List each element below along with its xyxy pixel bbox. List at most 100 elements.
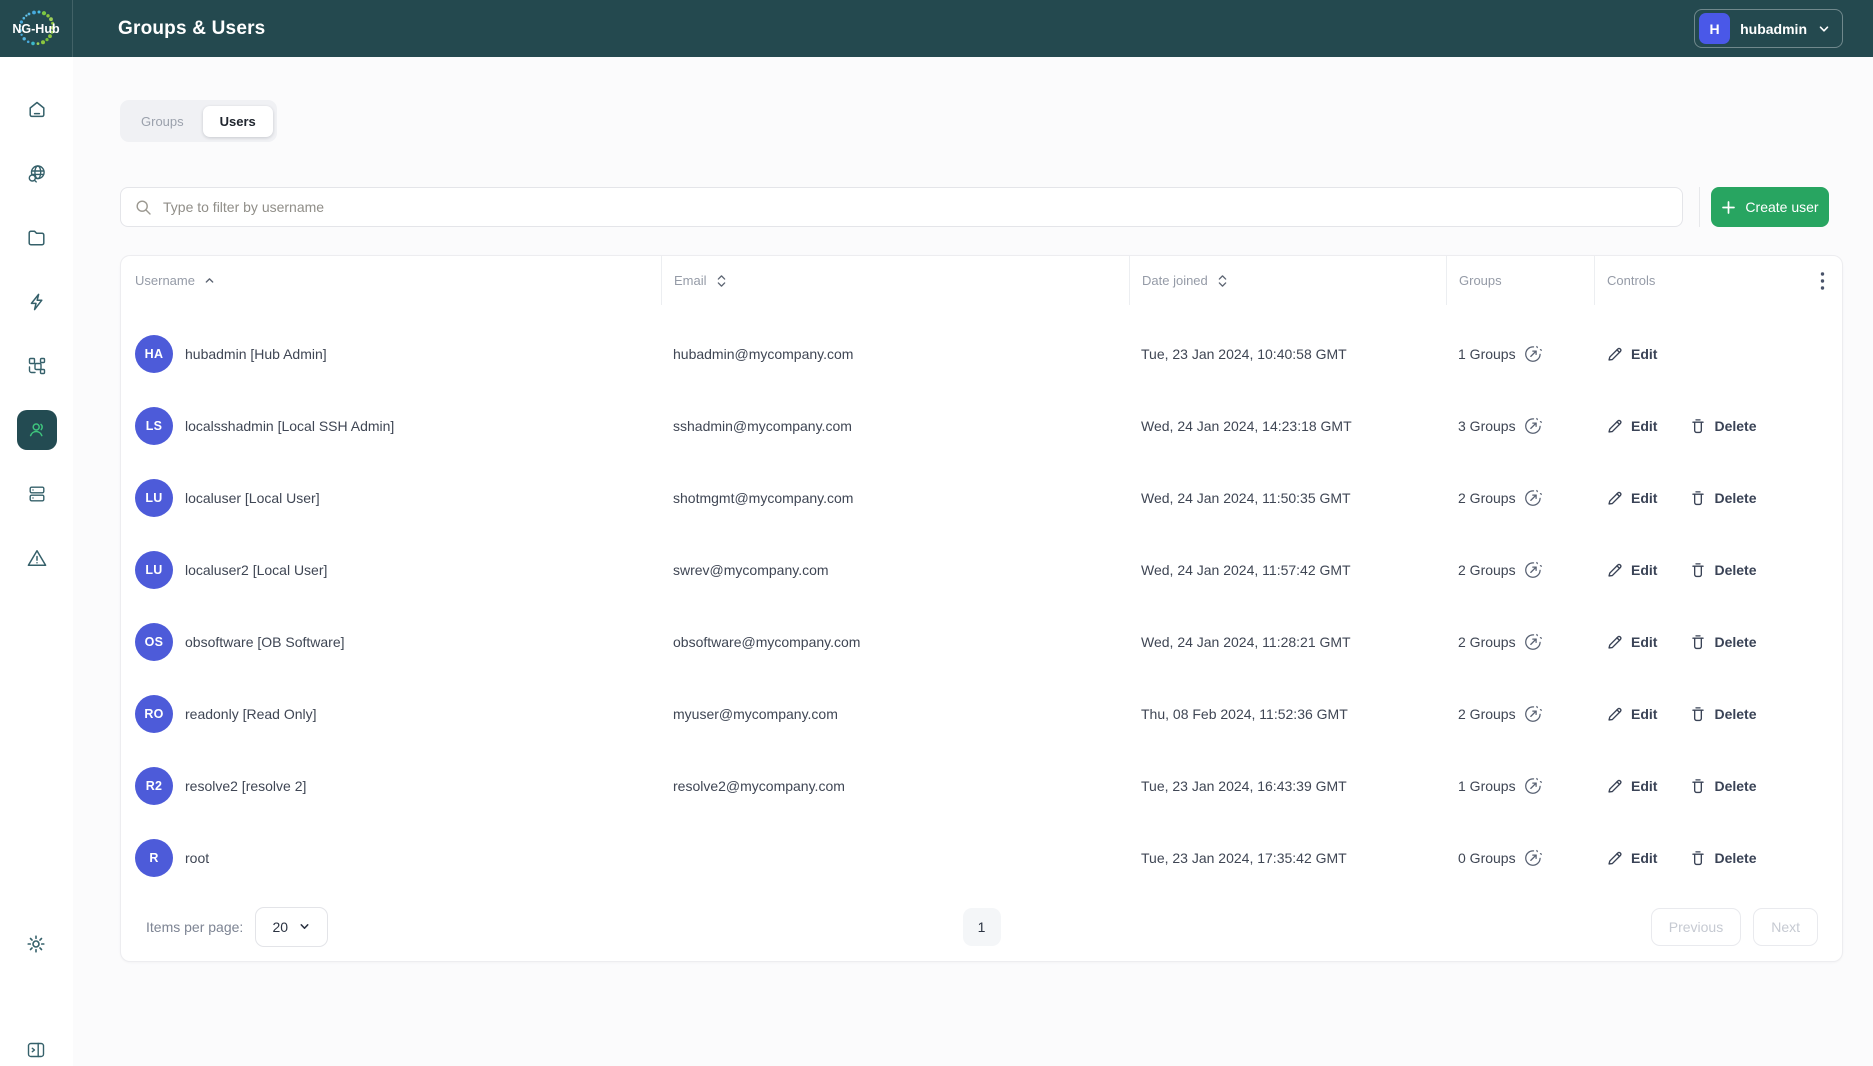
topology-icon: [26, 355, 48, 377]
controls-cell: Edit Delete: [1594, 633, 1842, 651]
controls-cell: Edit Delete: [1594, 417, 1842, 435]
pencil-icon: [1606, 633, 1624, 651]
avatar: LS: [135, 407, 173, 445]
pagination-bar: Items per page: 20 1 Previous Next: [121, 892, 1842, 961]
username-text: localsshadmin [Local SSH Admin]: [185, 418, 394, 434]
groups-link-icon[interactable]: [1523, 848, 1543, 868]
user-menu[interactable]: H hubadmin: [1694, 9, 1843, 48]
groups-count-text: 2 Groups: [1458, 490, 1516, 506]
edit-label: Edit: [1631, 490, 1657, 506]
column-header-date-joined[interactable]: Date joined: [1129, 256, 1446, 305]
trash-icon: [1689, 849, 1707, 867]
delete-button[interactable]: Delete: [1689, 561, 1756, 579]
email-cell: obsoftware@mycompany.com: [661, 634, 1129, 650]
column-label: Controls: [1607, 273, 1655, 288]
sidebar-item-settings[interactable]: [16, 924, 56, 964]
column-label: Email: [674, 273, 707, 288]
sidebar: [0, 57, 73, 1066]
groups-link-icon[interactable]: [1523, 632, 1543, 652]
edit-button[interactable]: Edit: [1606, 489, 1657, 507]
page-title: Groups & Users: [118, 0, 265, 57]
delete-button[interactable]: Delete: [1689, 849, 1756, 867]
delete-button[interactable]: Delete: [1689, 705, 1756, 723]
edit-button[interactable]: Edit: [1606, 561, 1657, 579]
groups-link-icon[interactable]: [1523, 344, 1543, 364]
username-cell: LS localsshadmin [Local SSH Admin]: [121, 407, 661, 445]
groups-link-icon[interactable]: [1523, 776, 1543, 796]
groups-link-icon[interactable]: [1523, 704, 1543, 724]
table-row: R2 resolve2 [resolve 2] resolve2@mycompa…: [121, 750, 1842, 822]
home-icon: [26, 99, 48, 121]
sidebar-item-topology[interactable]: [17, 346, 57, 386]
controls-cell: Edit: [1594, 345, 1842, 363]
email-cell: resolve2@mycompany.com: [661, 778, 1129, 794]
items-per-page-select[interactable]: 20: [255, 907, 328, 947]
delete-label: Delete: [1714, 634, 1756, 650]
sidebar-item-actions[interactable]: [17, 282, 57, 322]
date-joined-cell: Wed, 24 Jan 2024, 14:23:18 GMT: [1129, 418, 1446, 434]
delete-button[interactable]: Delete: [1689, 777, 1756, 795]
delete-label: Delete: [1714, 850, 1756, 866]
tab-switcher: Groups Users: [120, 100, 277, 142]
groups-cell: 2 Groups: [1446, 488, 1594, 508]
column-header-email[interactable]: Email: [661, 256, 1129, 305]
tab-groups[interactable]: Groups: [124, 106, 201, 137]
top-bar: NG-Hub Groups & Users H hubadmin: [0, 0, 1873, 57]
next-page-button[interactable]: Next: [1753, 908, 1818, 946]
search-box[interactable]: [120, 187, 1683, 227]
chevron-down-icon: [1817, 22, 1831, 36]
sidebar-item-network-discovery[interactable]: [17, 154, 57, 194]
collapse-sidebar-icon: [25, 1039, 47, 1061]
delete-button[interactable]: Delete: [1689, 489, 1756, 507]
network-discovery-icon: [26, 163, 48, 185]
tab-users[interactable]: Users: [203, 106, 273, 137]
sidebar-item-home[interactable]: [17, 90, 57, 130]
logo-text: NG-Hub: [12, 22, 60, 36]
sidebar-item-servers[interactable]: [17, 474, 57, 514]
previous-page-button[interactable]: Previous: [1651, 908, 1741, 946]
edit-button[interactable]: Edit: [1606, 417, 1657, 435]
groups-link-icon[interactable]: [1523, 416, 1543, 436]
delete-button[interactable]: Delete: [1689, 417, 1756, 435]
controls-cell: Edit Delete: [1594, 705, 1842, 723]
email-cell: hubadmin@mycompany.com: [661, 346, 1129, 362]
date-joined-cell: Thu, 08 Feb 2024, 11:52:36 GMT: [1129, 706, 1446, 722]
edit-label: Edit: [1631, 562, 1657, 578]
edit-button[interactable]: Edit: [1606, 705, 1657, 723]
sidebar-item-alerts[interactable]: [17, 538, 57, 578]
username-cell: LU localuser [Local User]: [121, 479, 661, 517]
search-input[interactable]: [163, 199, 1668, 215]
delete-button[interactable]: Delete: [1689, 633, 1756, 651]
email-cell: swrev@mycompany.com: [661, 562, 1129, 578]
sort-both-icon[interactable]: [715, 274, 728, 288]
edit-button[interactable]: Edit: [1606, 849, 1657, 867]
sidebar-collapse-toggle[interactable]: [16, 1030, 56, 1066]
avatar: LU: [135, 479, 173, 517]
column-header-username[interactable]: Username: [121, 256, 661, 305]
avatar: R: [135, 839, 173, 877]
groups-link-icon[interactable]: [1523, 488, 1543, 508]
sidebar-item-files[interactable]: [17, 218, 57, 258]
groups-link-icon[interactable]: [1523, 560, 1543, 580]
page-number-button[interactable]: 1: [963, 908, 1001, 946]
username-cell: HA hubadmin [Hub Admin]: [121, 335, 661, 373]
edit-label: Edit: [1631, 346, 1657, 362]
table-header-row: Username Email Date joined: [121, 256, 1842, 305]
sort-asc-icon[interactable]: [203, 274, 216, 287]
table-row: HA hubadmin [Hub Admin] hubadmin@mycompa…: [121, 318, 1842, 390]
sort-both-icon[interactable]: [1216, 274, 1229, 288]
table-options-menu[interactable]: [1820, 256, 1825, 305]
edit-button[interactable]: Edit: [1606, 345, 1657, 363]
email-cell: sshadmin@mycompany.com: [661, 418, 1129, 434]
sidebar-item-users[interactable]: [17, 410, 57, 450]
avatar: LU: [135, 551, 173, 589]
chevron-down-icon: [298, 920, 311, 933]
gear-icon: [25, 933, 47, 955]
create-user-button[interactable]: Create user: [1711, 187, 1829, 227]
plus-icon: [1721, 200, 1736, 215]
groups-count-text: 1 Groups: [1458, 346, 1516, 362]
edit-button[interactable]: Edit: [1606, 777, 1657, 795]
username-cell: RO readonly [Read Only]: [121, 695, 661, 733]
controls-cell: Edit Delete: [1594, 489, 1842, 507]
edit-button[interactable]: Edit: [1606, 633, 1657, 651]
